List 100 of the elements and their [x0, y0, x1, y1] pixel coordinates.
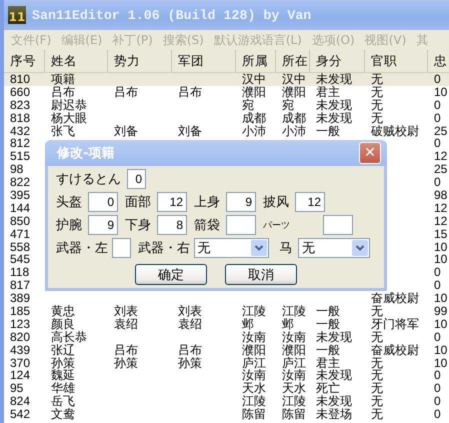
- table-cell-text: 华雄: [50, 382, 76, 396]
- table-cell-text: 君主: [315, 86, 341, 99]
- table-cell-text: 陈留: [241, 408, 267, 422]
- table-row[interactable]: 432 张飞 刘备 刘备 小沛 小沛 一般 破贼校尉 25: [4, 124, 449, 138]
- column-header[interactable]: 身分: [310, 50, 365, 73]
- table-cell-text: 810: [9, 73, 32, 86]
- table-cell-text: 124: [9, 369, 32, 382]
- table-cell-text: 小沛: [281, 124, 307, 138]
- field-label: すけるとん: [56, 171, 121, 188]
- table-row[interactable]: 124 魏延 汝南 汝南 未发现 无 0: [4, 369, 449, 382]
- number-field[interactable]: [112, 238, 131, 258]
- number-field[interactable]: 12: [157, 192, 187, 212]
- table-cell-text: 无: [370, 356, 384, 370]
- column-header[interactable]: 官职: [365, 50, 428, 73]
- table-cell-text: 宛: [281, 98, 294, 112]
- table-cell-text: 0: [433, 395, 442, 408]
- table-cell-text: 邺: [241, 318, 254, 331]
- table-cell-text: 汝南: [281, 330, 307, 344]
- table-cell-text: 0: [433, 279, 442, 292]
- field-label: 箭袋: [194, 217, 220, 234]
- field-label: 武器・左: [56, 240, 106, 257]
- table-cell-text: 奋威校尉: [370, 292, 420, 306]
- table-cell-text: 389: [9, 292, 32, 306]
- table-cell-text: 成都: [241, 112, 267, 125]
- table-cell-text: 孙策: [50, 356, 76, 370]
- number-field[interactable]: 0: [88, 192, 118, 212]
- table-cell-text: 君主: [315, 356, 340, 370]
- selected-row[interactable]: 810 项籍 汉中 汉中 未发现 无 0: [4, 73, 449, 86]
- table-cell-text: 545: [9, 253, 32, 266]
- table-row[interactable]: 95 华雄 天水 天水 死亡 无 0: [4, 382, 449, 396]
- table-cell-text: 95: [9, 382, 24, 396]
- table-cell-text: 杨大眼: [50, 112, 88, 125]
- table-cell-text: 10: [433, 86, 448, 99]
- number-field[interactable]: 0: [127, 169, 146, 189]
- column-header[interactable]: 序号: [4, 50, 45, 73]
- number-field[interactable]: 8: [157, 215, 187, 235]
- number-field[interactable]: 12: [295, 192, 325, 212]
- table-cell-text: 98: [9, 163, 24, 176]
- table-cell-text: 439: [9, 344, 32, 357]
- table-row[interactable]: 824 岳飞 江陵 江陵 未发现 无 0: [4, 395, 449, 408]
- table-cell-text: 汉中: [241, 73, 267, 86]
- table-cell-text: 死亡: [315, 382, 341, 396]
- table-cell-text: 25: [433, 124, 448, 138]
- table-cell-text: 无: [370, 98, 384, 112]
- column-header[interactable]: 所属: [236, 50, 276, 73]
- table-cell-text: 10: [433, 292, 448, 306]
- table-cell-text: 汝南: [281, 369, 307, 382]
- field-label: 护腕: [56, 217, 82, 234]
- table-cell-text: 185: [9, 305, 32, 318]
- table-cell-text: 天水: [281, 382, 307, 396]
- table-row[interactable]: 660 吕布 吕布 吕布 濮阳 濮阳 君主 无 10: [4, 86, 449, 99]
- table-row[interactable]: 123 颜良 袁绍 袁绍 邺 邺 一般 牙门将军 10: [4, 318, 449, 331]
- table-row[interactable]: 820 高长恭 汝南 汝南 未发现 无 0: [4, 330, 449, 344]
- table-cell-text: 0: [433, 73, 442, 86]
- table-cell-text: 吕布: [50, 86, 76, 99]
- table-cell-text: 10: [433, 253, 448, 266]
- column-header[interactable]: 忠: [428, 50, 449, 73]
- table-row[interactable]: 389 奋威校尉 10: [4, 292, 449, 306]
- column-header[interactable]: 姓名: [45, 50, 108, 73]
- table-row[interactable]: 542 文鸯 陈留 陈留 未登场 无 0: [4, 408, 449, 422]
- dropdown[interactable]: 无: [298, 238, 370, 258]
- table-cell-text: 471: [9, 228, 32, 241]
- table-row[interactable]: 818 杨大眼 成都 成都 未发现 无 0: [4, 112, 449, 125]
- dialog-title: 修改-项籍: [57, 145, 114, 162]
- table-row[interactable]: 185 黄忠 刘表 刘表 江陵 江陵 一般 无 99: [4, 305, 449, 318]
- table-cell-text: 一般: [315, 318, 341, 331]
- dialog-button[interactable]: 确定: [135, 264, 207, 285]
- table-row[interactable]: 370 孙策 孙策 孙策 庐江 庐江 君主 无 10: [4, 356, 449, 370]
- table-cell-text: 823: [9, 98, 32, 112]
- table-cell-text: 吕布: [113, 86, 139, 99]
- table-cell-text: 25: [433, 163, 448, 176]
- table-cell-text: 0: [433, 98, 442, 112]
- field-label: 下身: [125, 217, 151, 234]
- table-cell-text: 吕布: [177, 86, 203, 99]
- number-field[interactable]: [323, 215, 353, 235]
- number-field[interactable]: 9: [226, 192, 256, 212]
- table-cell-text: 一般: [315, 305, 341, 318]
- table-cell-text: 破贼校尉: [370, 124, 420, 138]
- dropdown[interactable]: 无: [194, 238, 268, 258]
- table-cell-text: 824: [9, 395, 32, 408]
- table-cell-text: 0: [433, 408, 442, 422]
- column-header[interactable]: 势力: [108, 50, 172, 73]
- column-header[interactable]: 所在: [276, 50, 310, 73]
- table-cell-text: 10: [433, 318, 448, 331]
- field-label: 马: [280, 240, 292, 257]
- table-row[interactable]: 439 张辽 吕布 吕布 濮阳 濮阳 一般 奋威校尉 10: [4, 344, 449, 357]
- column-header[interactable]: 军团: [172, 50, 236, 73]
- table-cell-text: 文鸯: [50, 408, 76, 422]
- table-cell-text: 无: [370, 369, 384, 382]
- field-label: 武器・右: [138, 240, 188, 257]
- table-cell-text: 0: [433, 382, 442, 396]
- dialog-button[interactable]: 取消: [225, 264, 297, 285]
- number-field[interactable]: [226, 215, 256, 235]
- table-row[interactable]: 823 尉迟恭 宛 宛 未发现 无 0: [4, 98, 449, 112]
- table-cell-text: 无: [370, 305, 384, 318]
- table-cell-text: 尉迟恭: [50, 98, 88, 112]
- table-cell-text: 刘表: [177, 305, 203, 318]
- number-field[interactable]: 9: [88, 215, 118, 235]
- table-cell-text: 濮阳: [241, 86, 267, 99]
- table-cell-text: 江陵: [281, 305, 307, 318]
